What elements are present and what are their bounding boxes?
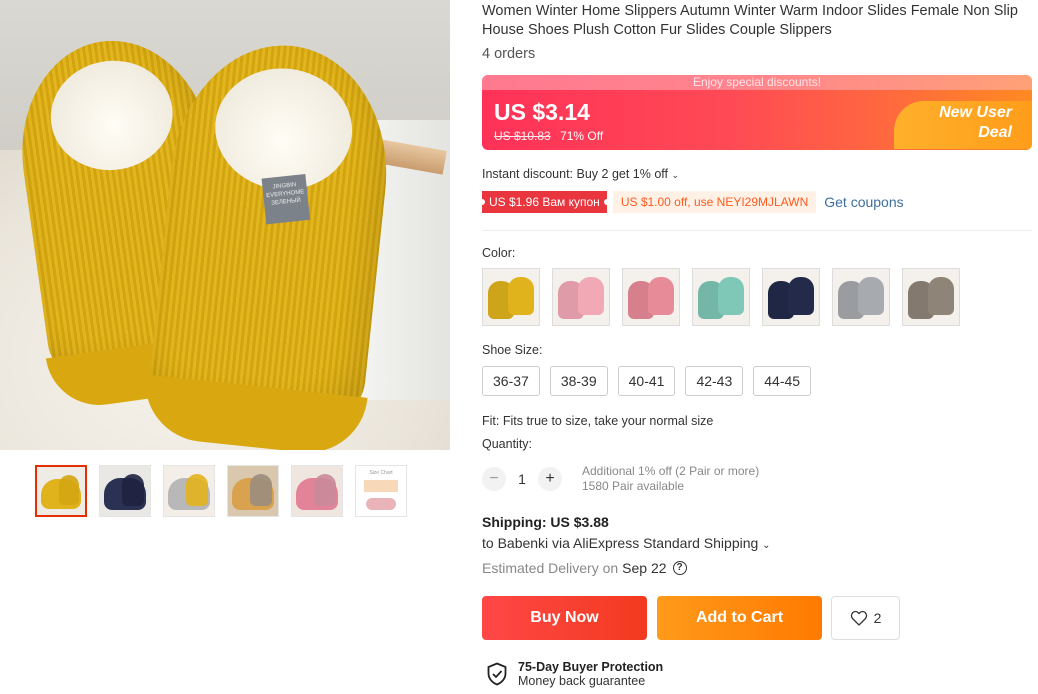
- slipper-thumb: [788, 277, 814, 315]
- orders-count: 4 orders: [482, 46, 536, 62]
- shipping-destination[interactable]: to Babenki via AliExpress Standard Shipp…: [482, 535, 771, 551]
- shield-check-icon: [487, 662, 507, 686]
- slipper-thumb: [928, 277, 954, 315]
- slipper-thumb: [858, 277, 884, 315]
- slipper-thumb: [718, 277, 744, 315]
- help-icon[interactable]: ?: [672, 561, 687, 575]
- original-price: US $10.83: [494, 129, 551, 143]
- size-option[interactable]: 40-41: [617, 366, 676, 396]
- color-option-pink[interactable]: [552, 268, 610, 326]
- protection-title: 75-Day Buyer Protection: [518, 660, 664, 674]
- quantity-decrease-button[interactable]: −: [482, 467, 506, 491]
- color-option-rose[interactable]: [622, 268, 680, 326]
- new-user-deal-badge: New User Deal: [894, 101, 1032, 149]
- estimated-delivery-label: Estimated Delivery on: [482, 560, 619, 576]
- quantity-label: Quantity:: [482, 437, 533, 451]
- slipper-fur: [43, 53, 180, 179]
- bulk-discount-text: Additional 1% off (2 Pair or more): [582, 464, 760, 478]
- slipper-thumb: [648, 277, 674, 315]
- price-banner: Enjoy special discounts! US $3.14 US $10…: [482, 75, 1032, 150]
- thumbnail-2[interactable]: [99, 465, 151, 517]
- slipper-thumb: [578, 277, 604, 315]
- buyer-protection: 75-Day Buyer Protection Money back guara…: [486, 660, 663, 688]
- main-product-image[interactable]: JINGBIN EVERYHOME ЗЕЛЕНЫЙ: [0, 0, 450, 450]
- quantity-stepper: − 1 + Additional 1% off (2 Pair or more)…: [482, 464, 759, 494]
- instant-discount[interactable]: Instant discount: Buy 2 get 1% off ⌄: [482, 167, 679, 181]
- discount-percent: 71% Off: [560, 129, 604, 143]
- color-option-mint[interactable]: [692, 268, 750, 326]
- promo-code-badge[interactable]: US $1.00 off, use NEYI29MJLAWN: [612, 191, 817, 213]
- color-option-yellow[interactable]: [482, 268, 540, 326]
- product-title: Women Winter Home Slippers Autumn Winter…: [482, 3, 1018, 38]
- quantity-value[interactable]: 1: [506, 471, 538, 487]
- color-option-gray[interactable]: [832, 268, 890, 326]
- estimated-delivery-date: Sep 22: [622, 560, 667, 576]
- get-coupons-link[interactable]: Get coupons: [824, 194, 903, 210]
- thumbnail-strip: Size Chart: [35, 465, 407, 517]
- chevron-down-icon: ⌄: [762, 540, 771, 551]
- coupon-badge[interactable]: US $1.96 Вам купон: [479, 191, 610, 213]
- shipping-cost: Shipping: US $3.88: [482, 514, 609, 530]
- slipper-thumb: [508, 277, 534, 315]
- thumbnail-6-size-chart[interactable]: Size Chart: [355, 465, 407, 517]
- fit-note: Fit: Fits true to size, take your normal…: [482, 414, 714, 428]
- size-options: 36-37 38-39 40-41 42-43 44-45: [482, 366, 812, 396]
- wishlist-count: 2: [873, 610, 882, 626]
- quantity-info: Additional 1% off (2 Pair or more) 1580 …: [582, 464, 759, 494]
- thumbnail-4[interactable]: [227, 465, 279, 517]
- size-option[interactable]: 38-39: [549, 366, 608, 396]
- size-chart-text: Size Chart: [369, 470, 393, 476]
- color-option-taupe[interactable]: [902, 268, 960, 326]
- size-label: Shoe Size:: [482, 343, 543, 357]
- size-option[interactable]: 36-37: [482, 366, 540, 396]
- chevron-down-icon: ⌄: [671, 170, 680, 180]
- color-option-navy[interactable]: [762, 268, 820, 326]
- color-options: [482, 268, 960, 326]
- color-label: Color:: [482, 246, 516, 260]
- quantity-increase-button[interactable]: +: [538, 467, 562, 491]
- thumbnail-5[interactable]: [291, 465, 343, 517]
- slipper-tag: JINGBIN EVERYHOME ЗЕЛЕНЫЙ: [261, 174, 311, 225]
- divider: [482, 230, 1032, 231]
- add-to-cart-button[interactable]: Add to Cart: [657, 596, 822, 640]
- size-option[interactable]: 44-45: [753, 366, 812, 396]
- protection-subtitle: Money back guarantee: [518, 674, 646, 688]
- deal-text: New User Deal: [939, 104, 1012, 141]
- size-option[interactable]: 42-43: [685, 366, 744, 396]
- original-price-row: US $10.83 71% Off: [494, 129, 603, 143]
- instant-discount-text: Instant discount: Buy 2 get 1% off: [482, 167, 668, 181]
- banner-top-text: Enjoy special discounts!: [482, 75, 1032, 90]
- wishlist-button[interactable]: 2: [831, 596, 900, 640]
- thumbnail-1[interactable]: [35, 465, 87, 517]
- stock-available-text: 1580 Pair available: [582, 479, 685, 493]
- buy-now-button[interactable]: Buy Now: [482, 596, 647, 640]
- coupon-row: US $1.96 Вам купон US $1.00 off, use NEY…: [479, 191, 904, 213]
- thumbnail-3[interactable]: [163, 465, 215, 517]
- heart-icon: [850, 610, 867, 626]
- estimated-delivery: Estimated Delivery on Sep 22 ?: [482, 560, 687, 576]
- current-price: US $3.14: [494, 99, 590, 125]
- shipping-destination-text: to Babenki via AliExpress Standard Shipp…: [482, 535, 759, 551]
